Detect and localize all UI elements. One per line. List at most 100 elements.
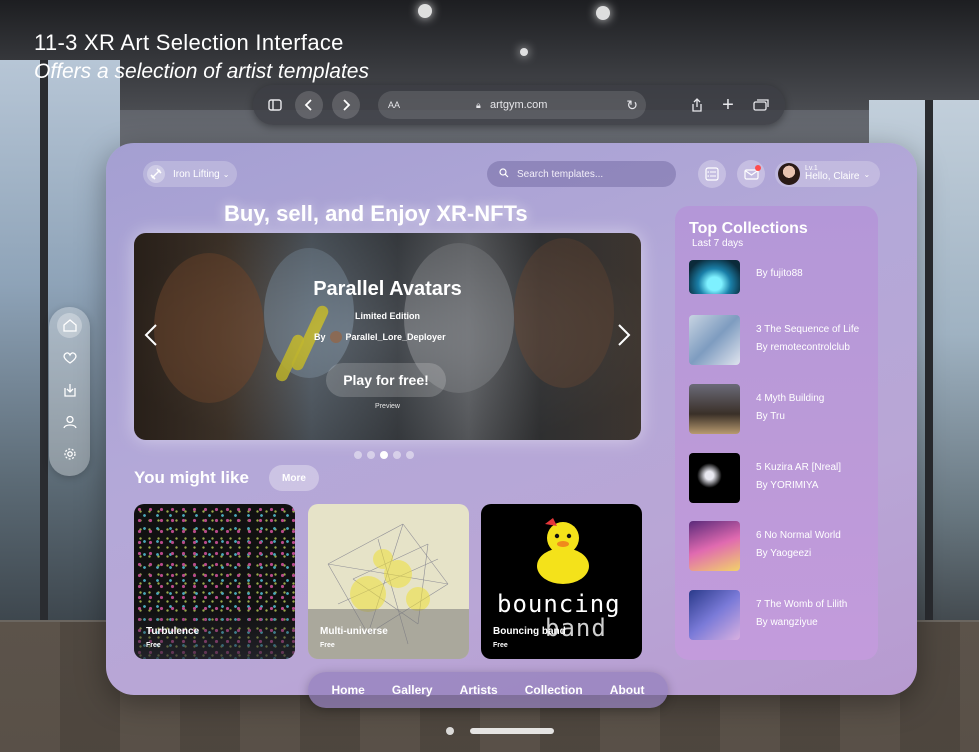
hero-title: Parallel Avatars [313,278,462,300]
card-title: Bouncing band [493,626,566,637]
nav-collection[interactable]: Collection [525,683,583,697]
user-icon[interactable] [57,409,82,434]
collection-item[interactable]: 6 No Normal World By Yaogeezi [689,521,875,571]
avatar [778,163,800,185]
list-button[interactable] [698,160,726,188]
window-grabber[interactable] [470,728,554,734]
caption: 11-3 XR Art Selection Interface Offers a… [34,30,369,84]
nav-about[interactable]: About [610,683,645,697]
nav-artists[interactable]: Artists [460,683,498,697]
hero-author: By Parallel_Lore_Deployer [314,331,446,343]
preview-label[interactable]: Preview [134,403,641,410]
carousel-dot[interactable] [393,451,401,459]
artwork-card[interactable]: Multi-universe Free [308,504,469,659]
search-icon [499,167,509,181]
chevron-down-icon: ⌄ [863,169,871,179]
collection-item[interactable]: 7 The Womb of Lilith By wangziyue [689,590,875,640]
collection-title: 7 The Womb of Lilith [756,599,848,610]
window-dot[interactable] [446,727,454,735]
bottom-nav: Home Gallery Artists Collection About [308,672,668,708]
back-button[interactable] [295,91,323,119]
address-bar[interactable]: AA 🔒︎ artgym.com ↻ [378,91,646,119]
carousel-dot-active[interactable] [380,451,388,459]
card-title: Turbulence [146,626,200,637]
carousel-dot[interactable] [367,451,375,459]
download-icon[interactable] [57,377,82,402]
collection-thumbnail [689,260,740,294]
checklist-icon [705,167,719,181]
caption-title: 11-3 XR Art Selection Interface [34,30,344,55]
hero-by-label: By [314,332,326,342]
carousel-dot[interactable] [354,451,362,459]
collection-author: By wangziyue [756,617,818,628]
mail-button[interactable] [737,160,765,188]
nav-gallery[interactable]: Gallery [392,683,433,697]
collection-author: By Tru [756,411,785,422]
collection-title: 3 The Sequence of Life [756,324,860,335]
collection-thumbnail [689,453,740,503]
forward-button[interactable] [332,91,360,119]
collection-item[interactable]: 3 The Sequence of Life By remotecontrolc… [689,315,875,365]
card-title: Multi-universe [320,626,388,637]
lock-icon: 🔒︎ [476,99,481,110]
chevron-down-icon: ⌄ [222,169,230,179]
artwork-card[interactable]: bouncing band Bouncing band Free [481,504,642,659]
carousel-dot[interactable] [406,451,414,459]
play-button[interactable]: Play for free! [326,363,446,397]
duck-artwork [537,518,589,584]
ceiling-light [596,6,610,20]
tabs-overview-icon[interactable] [747,91,775,119]
ceiling-light [418,4,432,18]
main-panel: Iron Lifting ⌄ Lv.1 Hello, Claire ⌄ Buy,… [106,143,917,695]
collection-thumbnail [689,315,740,365]
hero-author-name[interactable]: Parallel_Lore_Deployer [346,332,446,342]
collection-title: 4 Myth Building [756,393,825,404]
card-art-text-line: bouncing [497,590,621,618]
collection-title: 6 No Normal World [756,530,841,541]
search-input[interactable] [515,167,669,181]
collection-item[interactable]: By fujito88 [689,260,875,310]
section-title: You might like [134,468,249,487]
side-rail [49,307,90,476]
top-collections-title: Top Collections [689,220,808,237]
gear-icon[interactable] [57,441,82,466]
collection-thumbnail [689,384,740,434]
chevron-right-icon[interactable] [617,323,631,354]
home-icon[interactable] [57,313,82,338]
dumbbell-icon [147,165,165,183]
notification-dot [755,165,761,171]
user-menu[interactable]: Lv.1 Hello, Claire ⌄ [775,161,880,187]
new-tab-icon[interactable]: + [714,91,742,119]
collection-thumbnail [689,521,740,571]
more-button[interactable]: More [269,465,319,491]
page-headline: Buy, sell, and Enjoy XR-NFTs [224,201,528,226]
collection-thumbnail [689,590,740,640]
collection-item[interactable]: 4 Myth Building By Tru [689,384,875,434]
top-collections-panel: Top Collections Last 7 days By fujito88 … [675,206,878,660]
browser-toolbar: AA 🔒︎ artgym.com ↻ + [253,85,785,125]
artwork-card[interactable]: Turbulence Free [134,504,295,659]
author-avatar [329,331,342,343]
text-size-button[interactable]: AA [388,100,400,110]
user-greeting: Hello, Claire [805,171,860,183]
collection-author: By Yaogeezi [756,548,812,559]
share-icon[interactable] [683,91,711,119]
heart-icon[interactable] [57,345,82,370]
reload-icon[interactable]: ↻ [626,97,638,114]
sidebar-toggle-icon[interactable] [261,91,289,119]
collection-item[interactable]: 5 Kuzira AR [Nreal] By YORIMIYA [689,453,875,503]
nav-home[interactable]: Home [332,683,365,697]
chevron-left-icon[interactable] [144,323,158,354]
search-bar[interactable] [487,161,676,187]
top-collections-subtitle: Last 7 days [692,238,744,249]
collection-author: By remotecontrolclub [756,342,850,353]
carousel-dots [354,451,414,459]
collection-author: By YORIMIYA [756,480,819,491]
card-price: Free [146,642,161,649]
ceiling-light [520,48,528,56]
collection-title: 5 Kuzira AR [Nreal] [756,462,842,473]
card-price: Free [493,642,508,649]
workspace-selector[interactable]: Iron Lifting ⌄ [143,161,237,187]
caption-subtitle: Offers a selection of artist templates [34,60,369,83]
hero-carousel[interactable]: Parallel Avatars Limited Edition By Para… [134,233,641,440]
